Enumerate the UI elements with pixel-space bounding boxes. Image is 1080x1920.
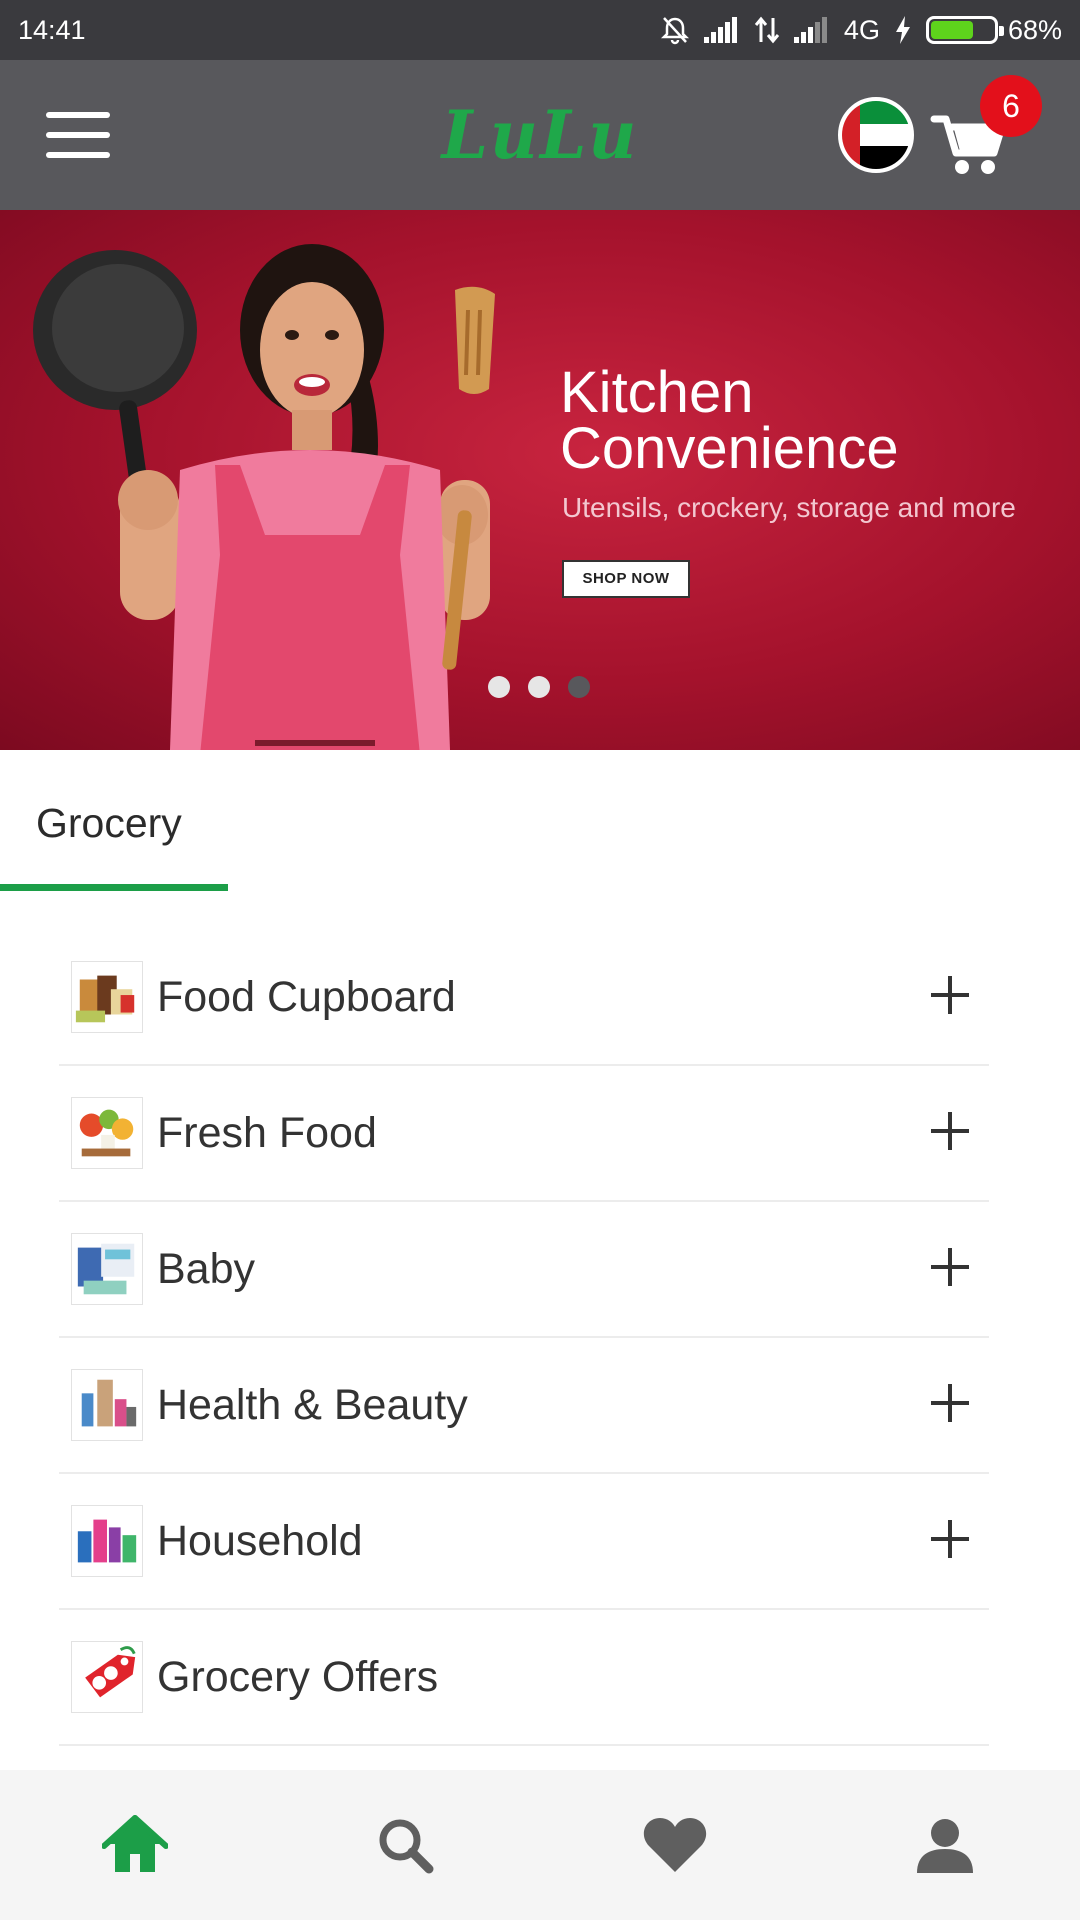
tab-active-indicator <box>0 884 228 891</box>
signal-weak-icon <box>793 17 827 43</box>
network-type: 4G <box>843 14 880 45</box>
banner-title-line2: Convenience <box>560 416 899 481</box>
banner-title: Kitchen Convenience <box>560 360 1060 481</box>
lulu-logo[interactable]: LuLu <box>440 95 640 175</box>
battery-percent: 68% <box>1007 14 1062 45</box>
nav-wishlist[interactable] <box>540 1770 810 1920</box>
fresh-food-thumbnail <box>71 1097 143 1169</box>
category-grocery-offers[interactable]: Grocery Offers <box>59 1610 989 1746</box>
user-icon <box>917 1819 973 1873</box>
category-label: Food Cupboard <box>157 972 456 1021</box>
signal-icon <box>703 17 737 43</box>
category-fresh-food[interactable]: Fresh Food <box>59 1066 989 1202</box>
battery: 68% <box>925 14 1062 46</box>
baby-thumbnail <box>71 1233 143 1305</box>
category-label: Health & Beauty <box>157 1380 468 1429</box>
category-baby[interactable]: Baby <box>59 1202 989 1338</box>
flag-red-band <box>842 101 860 169</box>
category-label: Grocery Offers <box>157 1652 439 1701</box>
expand-plus-icon[interactable] <box>931 1248 969 1286</box>
home-icon <box>102 1815 168 1872</box>
battery-level <box>930 21 974 39</box>
tab-grocery-label: Grocery <box>36 800 182 846</box>
category-label: Baby <box>157 1244 256 1293</box>
carousel-dot-active[interactable] <box>568 676 590 698</box>
menu-bar-line <box>46 132 110 138</box>
nav-search[interactable] <box>270 1770 540 1920</box>
expand-plus-icon[interactable] <box>931 1112 969 1150</box>
carousel-dot[interactable] <box>488 676 510 698</box>
heart-icon <box>643 1818 707 1872</box>
category-health-beauty[interactable]: Health & Beauty <box>59 1338 989 1474</box>
charging-icon <box>895 16 910 44</box>
household-thumbnail <box>71 1505 143 1577</box>
tab-grocery[interactable]: Grocery <box>0 750 228 895</box>
category-food-cupboard[interactable]: Food Cupboard <box>59 930 989 1066</box>
app-bar: LuLu 6 <box>0 60 1080 210</box>
category-label: Household <box>157 1516 363 1565</box>
expand-plus-icon[interactable] <box>931 976 969 1014</box>
banner-woman-with-pan-image <box>33 244 495 750</box>
category-list: Food Cupboard Fresh Food Baby Health & B… <box>59 930 989 1746</box>
bottom-navigation <box>0 1770 1080 1920</box>
banner-title-line1: Kitchen <box>560 360 754 425</box>
expand-plus-icon[interactable] <box>931 1520 969 1558</box>
status-icons: 4G 68% <box>660 15 1062 46</box>
cart-count-badge: 6 <box>980 75 1042 137</box>
nav-home[interactable] <box>0 1770 270 1920</box>
expand-plus-icon[interactable] <box>931 1384 969 1422</box>
search-icon <box>379 1819 434 1874</box>
uae-flag-country-selector[interactable] <box>838 97 914 173</box>
category-label: Fresh Food <box>157 1108 377 1157</box>
carousel-indicators <box>488 676 590 698</box>
status-time: 14:41 <box>18 14 86 45</box>
menu-button[interactable] <box>46 112 110 158</box>
promo-banner[interactable]: Kitchen Convenience Utensils, crockery, … <box>0 210 1080 750</box>
muted-bell-icon <box>660 17 689 45</box>
flag-stripes <box>859 101 910 169</box>
menu-bar-line <box>46 152 110 158</box>
shop-now-button[interactable]: SHOP NOW <box>562 560 690 598</box>
data-transfer-icon <box>754 16 780 44</box>
banner-subtitle: Utensils, crockery, storage and more <box>562 492 1016 523</box>
carousel-dot[interactable] <box>528 676 550 698</box>
battery-icon <box>925 16 1004 44</box>
category-household[interactable]: Household <box>59 1474 989 1610</box>
menu-bar-line <box>46 112 110 118</box>
health-beauty-thumbnail <box>71 1369 143 1441</box>
nav-account[interactable] <box>810 1770 1080 1920</box>
food-cupboard-thumbnail <box>71 961 143 1033</box>
status-bar: 14:41 4G 68% <box>0 0 1080 60</box>
offer-tag-thumbnail <box>71 1641 143 1713</box>
